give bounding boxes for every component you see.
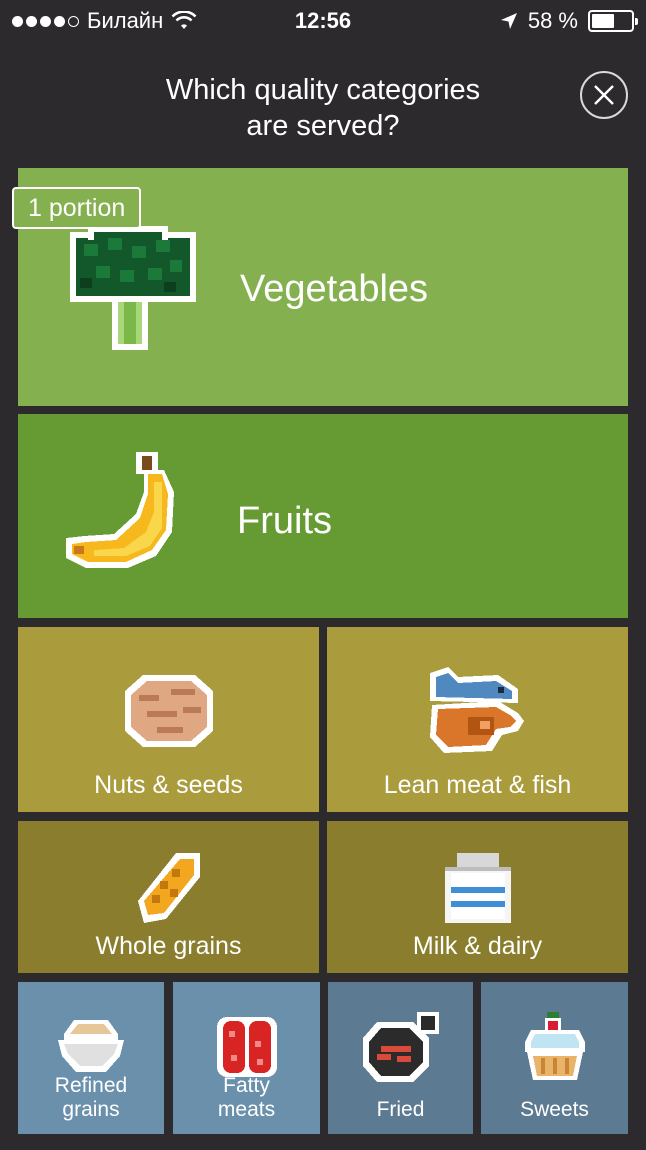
category-milk-dairy[interactable]: Milk & dairy (327, 821, 628, 973)
wheat-icon (137, 853, 200, 923)
category-label: Whole grains (95, 932, 242, 960)
status-bar: Билайн 12:56 58 % (0, 0, 646, 42)
category-refined-grains[interactable]: Refined grains (18, 982, 164, 1134)
battery-percent: 58 % (527, 8, 578, 33)
title-line-1: Which quality categories (165, 74, 481, 106)
category-lean-meat-fish[interactable]: Lean meat & fish (327, 627, 628, 812)
title-line-2: are served? (246, 110, 400, 142)
banana-icon (66, 452, 174, 568)
category-whole-grains[interactable]: Whole grains (18, 821, 319, 973)
category-label: Milk & dairy (412, 932, 543, 960)
label-line-2: meats (217, 1098, 276, 1121)
close-button[interactable] (580, 71, 628, 119)
bowl-icon (58, 1020, 124, 1072)
category-label: Vegetables (240, 268, 429, 310)
label-line-2: grains (62, 1098, 120, 1121)
category-nuts-seeds[interactable]: Nuts & seeds (18, 627, 319, 812)
location-arrow-icon (500, 13, 517, 29)
status-right: 58 % (500, 8, 638, 34)
frying-pan-icon (362, 1012, 439, 1082)
page-title: Which quality categories are served? (0, 72, 646, 144)
category-label: Fruits (237, 500, 332, 542)
category-fruits[interactable]: Fruits (18, 414, 628, 618)
walnut-icon (124, 674, 213, 747)
portion-badge: 1 portion (12, 187, 142, 229)
category-label: Fried (376, 1098, 425, 1121)
category-label: Fatty meats (173, 1074, 320, 1122)
label-line-1: Fatty (223, 1074, 270, 1097)
fish-chicken-icon (429, 666, 524, 753)
category-sweets[interactable]: Sweets (481, 982, 628, 1134)
battery-icon (588, 10, 638, 32)
label-line-1: Refined (54, 1074, 128, 1097)
sausages-icon (216, 1017, 277, 1077)
category-label: Nuts & seeds (94, 771, 243, 799)
category-label: Refined grains (18, 1074, 164, 1122)
cupcake-icon (524, 1012, 585, 1080)
category-label: Sweets (520, 1098, 589, 1121)
category-label: Lean meat & fish (383, 771, 572, 799)
close-icon (594, 85, 614, 105)
category-fried[interactable]: Fried (328, 982, 473, 1134)
category-fatty-meats[interactable]: Fatty meats (173, 982, 320, 1134)
milk-carton-icon (444, 853, 511, 923)
broccoli-icon (70, 226, 196, 350)
